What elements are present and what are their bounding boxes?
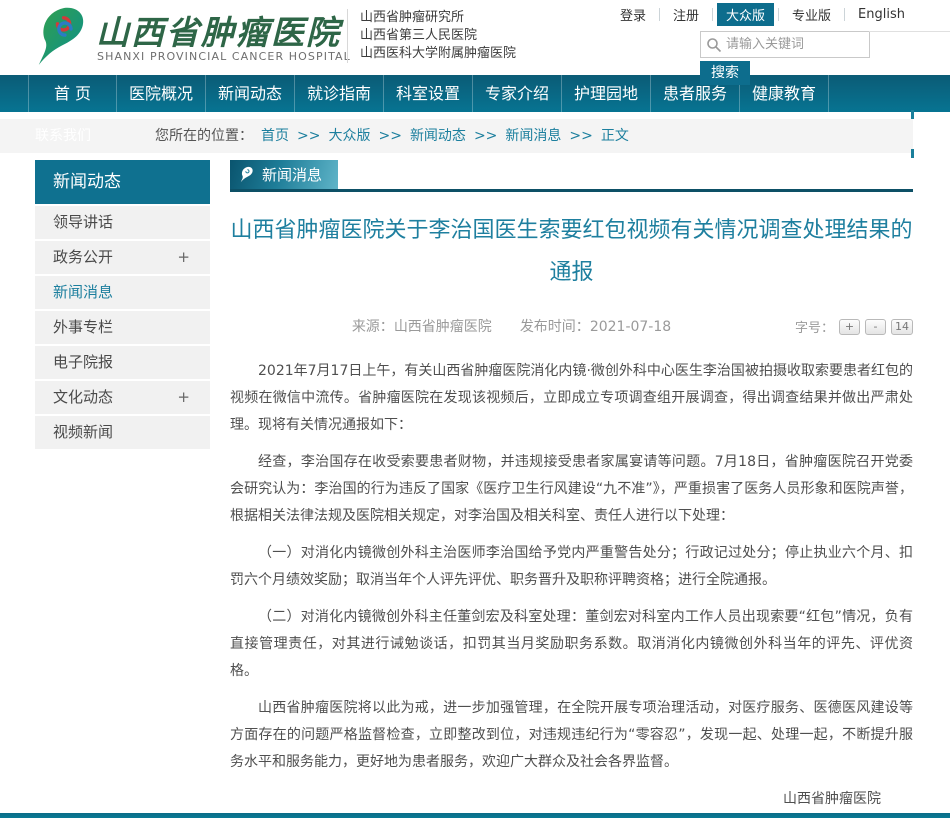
nav-item-overview[interactable]: 医院概况 xyxy=(117,75,206,112)
font-increase-button[interactable]: + xyxy=(839,319,860,335)
sidebar-item-foreign-affairs[interactable]: 外事专栏 xyxy=(35,311,210,344)
sidebar-item-e-newspaper[interactable]: 电子院报 xyxy=(35,346,210,379)
top-links-bar: 登录 注册 大众版 专业版 English xyxy=(611,3,914,25)
breadcrumb-link-article[interactable]: 正文 xyxy=(601,119,629,153)
article-paragraph: 2021年7月17日上午，有关山西省肿瘤医院消化内镜·微创外科中心医生李治国被拍… xyxy=(230,358,913,439)
article-body: 2021年7月17日上午，有关山西省肿瘤医院消化内镜·微创外科中心医生李治国被拍… xyxy=(230,358,913,776)
affiliation-list: 山西省肿瘤研究所 山西省第三人民医院 山西医科大学附属肿瘤医院 xyxy=(360,9,516,63)
publish-date-value: 2021-07-18 xyxy=(590,319,671,335)
register-link[interactable]: 注册 xyxy=(664,3,708,26)
article-meta: 来源：山西省肿瘤医院 发布时间：2021-07-18 字号： + - 14 xyxy=(230,316,913,336)
expand-plus-icon[interactable]: + xyxy=(177,241,190,274)
nav-item-home[interactable]: 首 页 xyxy=(28,75,117,112)
footer-accent-bar xyxy=(0,813,950,818)
section-tab-news-message: 新闻消息 xyxy=(230,160,338,189)
professional-version-link[interactable]: 专业版 xyxy=(783,3,840,26)
article-paragraph: 山西省肿瘤医院将以此为戒，进一步加强管理，在全院开展专项治理活动，对医疗服务、医… xyxy=(230,695,913,776)
breadcrumb-separator: >> xyxy=(474,119,497,153)
divider xyxy=(844,8,845,21)
publish-date-label: 发布时间： xyxy=(520,319,590,335)
search-icon xyxy=(706,37,722,53)
article-paragraph: （一）对消化内镜微创外科主治医师李治国给予党内严重警告处分；行政记过处分；停止执… xyxy=(230,540,913,594)
breadcrumb-link-public[interactable]: 大众版 xyxy=(328,119,370,153)
affiliation-line: 山西省肿瘤研究所 xyxy=(360,9,516,27)
sidebar-item-leader-speeches[interactable]: 领导讲话 xyxy=(35,206,210,239)
decor-tick xyxy=(911,149,914,158)
login-link[interactable]: 登录 xyxy=(611,3,655,26)
affiliation-line: 山西省第三人民医院 xyxy=(360,27,516,45)
hospital-name-calligraphy[interactable]: 山西省肿瘤医院 xyxy=(96,6,346,54)
divider xyxy=(659,8,660,21)
breadcrumb-separator: >> xyxy=(569,119,592,153)
breadcrumb-separator: >> xyxy=(297,119,320,153)
nav-item-news[interactable]: 新闻动态 xyxy=(206,75,295,112)
search-input[interactable] xyxy=(726,32,866,57)
divider xyxy=(778,8,779,21)
sidebar: 新闻动态 领导讲话 政务公开 + 新闻消息 外事专栏 电子院报 文化动态 + 视… xyxy=(35,160,210,449)
page: 登录 注册 大众版 专业版 English 山西省肿瘤医院 SHANXI PRO… xyxy=(0,0,950,818)
sidebar-item-label: 外事专栏 xyxy=(53,311,113,344)
sidebar-item-label: 领导讲话 xyxy=(53,206,113,239)
sidebar-item-gov-affairs[interactable]: 政务公开 + xyxy=(35,241,210,274)
font-size-value-button[interactable]: 14 xyxy=(891,319,913,335)
hospital-logo-icon[interactable] xyxy=(36,5,92,67)
source-value: 山西省肿瘤医院 xyxy=(394,319,492,335)
sidebar-item-label: 政务公开 xyxy=(53,241,113,274)
expand-plus-icon[interactable]: + xyxy=(177,381,190,414)
nav-item-health-education[interactable]: 健康教育 xyxy=(740,75,829,112)
nav-item-nursing[interactable]: 护理园地 xyxy=(562,75,651,112)
hospital-name-english: SHANXI PROVINCIAL CANCER HOSPITAL xyxy=(97,50,351,63)
signature-organization: 山西省肿瘤医院 xyxy=(230,786,881,813)
ghost-contact-label: 联系我们 xyxy=(35,119,91,153)
nav-item-visit-guide[interactable]: 就诊指南 xyxy=(295,75,384,112)
breadcrumb-link-news[interactable]: 新闻动态 xyxy=(410,119,466,153)
header-divider xyxy=(347,9,348,63)
sidebar-item-news-message[interactable]: 新闻消息 xyxy=(35,276,210,309)
english-link[interactable]: English xyxy=(849,5,914,24)
breadcrumb-bar: 联系我们 您所在的位置： 首页 >> 大众版 >> 新闻动态 >> 新闻消息 >… xyxy=(0,119,913,153)
breadcrumb-link-news-message[interactable]: 新闻消息 xyxy=(505,119,561,153)
section-tab-label: 新闻消息 xyxy=(262,164,322,185)
search-button[interactable]: 搜索 xyxy=(700,61,750,85)
search-border-extension xyxy=(869,31,950,32)
font-size-label: 字号： xyxy=(795,317,834,336)
article-content: 新闻消息 山西省肿瘤医院关于李治国医生索要红包视频有关情况调查处理结果的通报 来… xyxy=(230,160,913,818)
breadcrumb-label: 您所在的位置： xyxy=(155,119,253,153)
nav-item-experts[interactable]: 专家介绍 xyxy=(473,75,562,112)
breadcrumb-separator: >> xyxy=(378,119,401,153)
main-nav: 首 页 医院概况 新闻动态 就诊指南 科室设置 专家介绍 护理园地 患者服务 健… xyxy=(0,75,950,112)
nav-item-departments[interactable]: 科室设置 xyxy=(384,75,473,112)
font-size-controls: 字号： + - 14 xyxy=(795,317,913,336)
section-underline xyxy=(230,189,913,192)
affiliation-line: 山西医科大学附属肿瘤医院 xyxy=(360,45,516,63)
search-box xyxy=(700,31,870,58)
decor-tick xyxy=(911,110,914,119)
article-paragraph: 经查，李治国存在收受索要患者财物，并违规接受患者家属宴请等问题。7月18日，省肿… xyxy=(230,449,913,530)
article-paragraph: （二）对消化内镜微创外科主任董剑宏及科室处理：董剑宏对科室内工作人员出现索要“红… xyxy=(230,604,913,685)
sidebar-item-label: 视频新闻 xyxy=(53,416,113,449)
breadcrumb: 您所在的位置： 首页 >> 大众版 >> 新闻动态 >> 新闻消息 >> 正文 xyxy=(155,119,629,153)
sidebar-item-label: 电子院报 xyxy=(53,346,113,379)
sidebar-item-culture[interactable]: 文化动态 + xyxy=(35,381,210,414)
sidebar-item-label: 文化动态 xyxy=(53,381,113,414)
tab-logo-icon xyxy=(240,165,255,184)
meta-text: 来源：山西省肿瘤医院 发布时间：2021-07-18 xyxy=(230,316,793,336)
font-decrease-button[interactable]: - xyxy=(865,319,886,335)
breadcrumb-link-home[interactable]: 首页 xyxy=(261,119,289,153)
sidebar-item-video-news[interactable]: 视频新闻 xyxy=(35,416,210,449)
sidebar-title-news[interactable]: 新闻动态 xyxy=(35,160,210,204)
public-version-link[interactable]: 大众版 xyxy=(717,3,774,26)
sidebar-item-label: 新闻消息 xyxy=(53,276,113,309)
divider xyxy=(712,8,713,21)
source-label: 来源： xyxy=(352,319,394,335)
